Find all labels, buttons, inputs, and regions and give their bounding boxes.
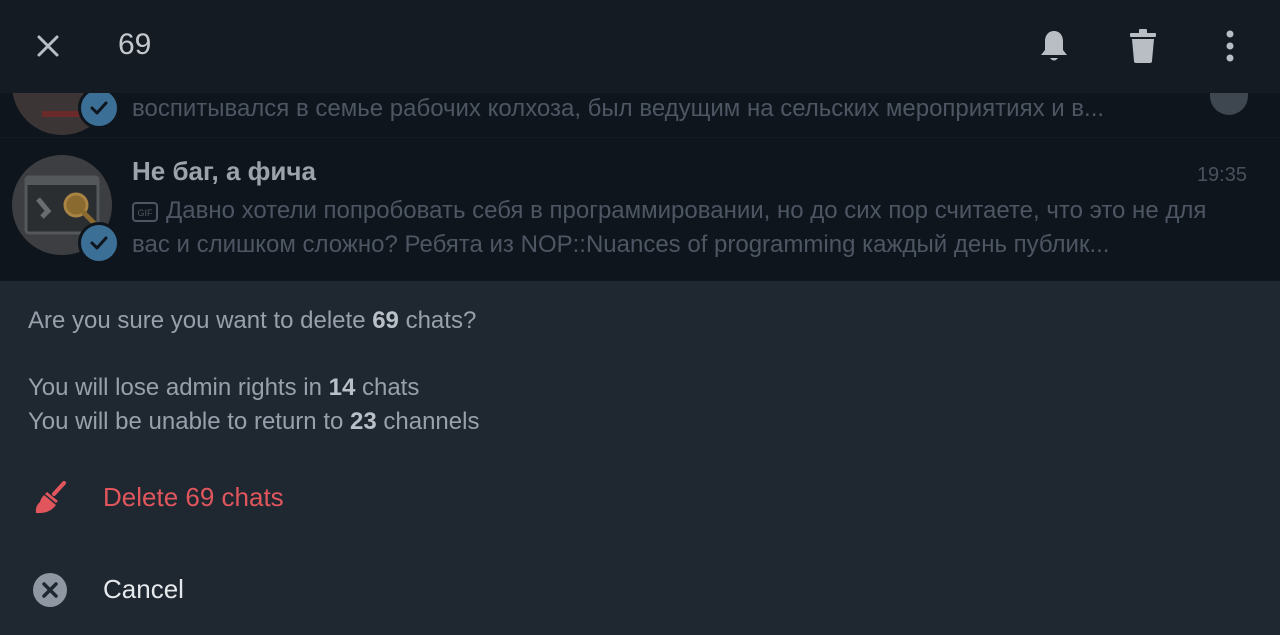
mute-button[interactable] <box>1030 22 1078 70</box>
channels-warning: You will be unable to return to 23 chann… <box>28 408 480 435</box>
verified-icon <box>78 222 120 264</box>
selection-toolbar: 69 <box>0 0 1280 93</box>
chat-preview-text: Давно хотели попробовать себя в программ… <box>132 197 1207 258</box>
delete-chats-label: Delete 69 chats <box>103 482 284 512</box>
pin-icon <box>1210 93 1248 115</box>
cancel-circle-icon <box>30 570 70 610</box>
chat-title: Не баг, а фича <box>132 156 316 186</box>
cancel-label: Cancel <box>103 574 184 604</box>
close-icon <box>37 35 59 57</box>
broom-icon <box>30 478 70 518</box>
delete-confirmation-sheet: Are you sure you want to delete 69 chats… <box>0 281 1280 635</box>
more-vertical-icon <box>1226 30 1234 62</box>
trash-icon <box>1130 29 1156 63</box>
svg-text:GIF: GIF <box>138 208 154 218</box>
confirm-question: Are you sure you want to delete 69 chats… <box>28 307 477 334</box>
admin-rights-warning: You will lose admin rights in 14 chats <box>28 374 420 401</box>
delete-chats-button[interactable] <box>1119 22 1167 70</box>
close-selection-button[interactable] <box>24 22 72 70</box>
chat-preview: воспитывался в семье рабочих колхоза, бы… <box>132 95 1105 122</box>
chat-preview: GIF Давно хотели попробовать себя в прогр… <box>132 194 1248 262</box>
chat-list: воспитывался в семье рабочих колхоза, бы… <box>0 93 1280 281</box>
verified-icon <box>78 93 120 129</box>
chat-row[interactable]: Не баг, а фича 19:35 GIF Давно хотели поп… <box>0 138 1280 281</box>
delete-chats-action[interactable]: Delete 69 chats <box>0 461 1280 531</box>
chat-row[interactable]: воспитывался в семье рабочих колхоза, бы… <box>0 93 1280 137</box>
cancel-action[interactable]: Cancel <box>0 553 1280 623</box>
more-options-button[interactable] <box>1206 22 1254 70</box>
gif-icon: GIF <box>132 201 158 222</box>
selected-count: 69 <box>118 28 152 61</box>
chat-time: 19:35 <box>1196 164 1247 186</box>
bell-icon <box>1041 31 1067 61</box>
